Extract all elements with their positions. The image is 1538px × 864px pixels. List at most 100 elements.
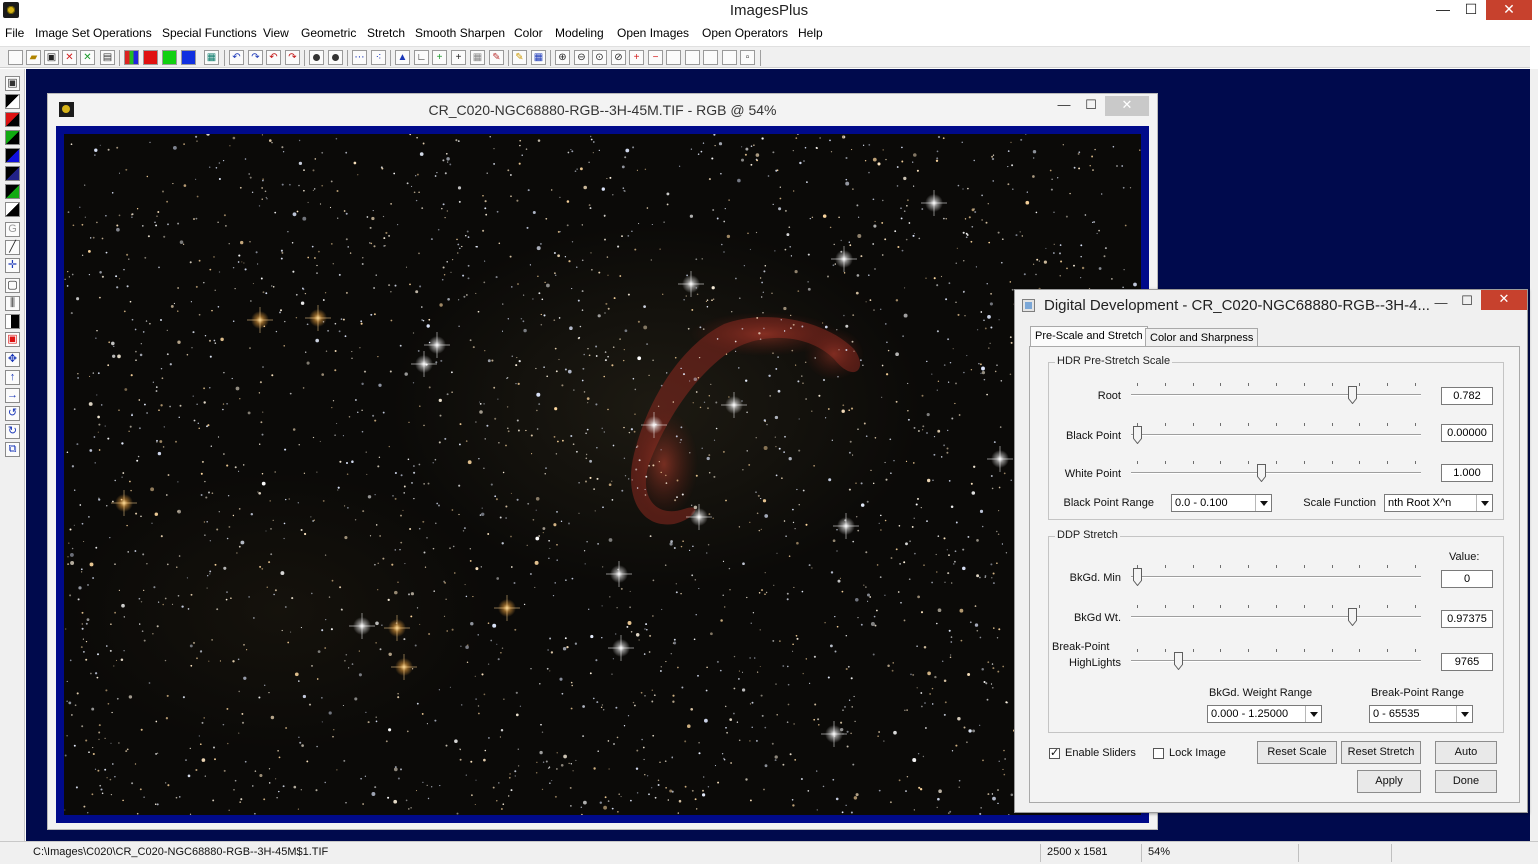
bkgd-min-value[interactable]: 0 [1441,570,1493,588]
grid-icon[interactable]: ▦ [204,50,219,65]
menu-special-functions[interactable]: Special Functions [162,26,257,40]
slider-track[interactable] [1131,394,1421,396]
crosshair-icon[interactable]: + [451,50,466,65]
slider-track[interactable] [1131,434,1421,436]
break-point-slider[interactable] [1131,649,1421,671]
mask-black-icon[interactable] [5,94,20,109]
close-button[interactable]: ✕ [1486,0,1532,20]
mask-green2-icon[interactable] [5,184,20,199]
mask-white-icon[interactable] [5,202,20,217]
slider-thumb[interactable] [1257,464,1267,482]
bkgd-min-slider[interactable] [1131,565,1421,587]
frame-large-icon[interactable] [722,50,737,65]
slider-thumb[interactable] [1133,426,1142,444]
align-icon[interactable]: ⫼ [5,296,20,311]
circle-filled-icon[interactable] [309,50,324,65]
arrow-right-icon[interactable]: → [5,388,20,403]
dialog-maximize-button[interactable]: ☐ [1454,292,1480,312]
image-minimize-button[interactable]: — [1051,96,1077,116]
slider-track[interactable] [1131,472,1421,474]
dots-icon[interactable]: ⋯ [352,50,367,65]
menu-file[interactable]: File [5,26,24,40]
menu-view[interactable]: View [263,26,289,40]
zoom-in-icon[interactable]: ⊕ [555,50,570,65]
line-tool-icon[interactable]: ╱ [5,240,20,255]
plus-green-icon[interactable]: + [432,50,447,65]
image-maximize-button[interactable]: ☐ [1078,96,1104,116]
menu-open-operators[interactable]: Open Operators [702,26,788,40]
triangle-icon[interactable]: ▲ [395,50,410,65]
menu-stretch[interactable]: Stretch [367,26,405,40]
reset-scale-button[interactable]: Reset Scale [1257,741,1337,764]
rotate-right-icon[interactable]: ↻ [5,424,20,439]
reset-stretch-button[interactable]: Reset Stretch [1341,741,1421,764]
undo-icon[interactable]: ↶ [229,50,244,65]
slider-thumb[interactable] [1348,386,1358,404]
dialog-close-button[interactable]: ✕ [1481,290,1527,310]
chevron-down-icon[interactable] [1476,495,1492,511]
corner-icon[interactable]: ∟ [414,50,429,65]
menu-color[interactable]: Color [514,26,543,40]
chevron-down-icon[interactable] [1255,495,1271,511]
minimize-button[interactable]: — [1430,0,1456,20]
auto-button[interactable]: Auto [1435,741,1497,764]
slider-thumb[interactable] [1174,652,1184,670]
green-channel-icon[interactable] [162,50,177,65]
slider-thumb[interactable] [1133,568,1142,586]
mask-blue-icon[interactable] [5,148,20,163]
maximize-button[interactable]: ☐ [1458,0,1484,20]
chevron-down-icon[interactable] [1305,706,1321,722]
contrast-icon[interactable] [5,314,20,329]
crosshair-tool-icon[interactable]: ✛ [5,258,20,273]
astro-image-canvas[interactable] [64,134,1141,815]
stack-icon[interactable]: ⧉ [5,442,20,457]
break-point-range-select[interactable]: 0 - 65535 [1369,705,1473,723]
close-red-icon[interactable]: ✕ [62,50,77,65]
rotate-left-icon[interactable]: ↺ [5,406,20,421]
dialog-icon[interactable] [1022,299,1035,312]
scale-function-select[interactable]: nth Root X^n [1384,494,1493,512]
dialog-minimize-button[interactable]: — [1428,294,1454,314]
slider-track[interactable] [1131,616,1421,618]
zoom-fit-icon[interactable]: ⊙ [592,50,607,65]
undo-all-icon[interactable]: ↶ [266,50,281,65]
frame-medium-icon[interactable] [703,50,718,65]
image-close-button[interactable]: ✕ [1105,96,1149,116]
pencil-icon[interactable]: ✎ [512,50,527,65]
print-icon[interactable]: ▤ [100,50,115,65]
rgb-channels-icon[interactable] [124,50,139,65]
lock-image-checkbox[interactable] [1153,748,1164,759]
grid-blue-icon[interactable]: ▦ [531,50,546,65]
mask-dark-icon[interactable] [5,166,20,181]
open-icon[interactable]: ▰ [26,50,41,65]
move-icon[interactable]: ✥ [5,352,20,367]
save-icon[interactable]: ▣ [44,50,59,65]
black-point-slider[interactable] [1131,423,1421,445]
dot-box-icon[interactable]: ▫ [740,50,755,65]
menu-smooth-sharpen[interactable]: Smooth Sharpen [415,26,505,40]
mask-green-icon[interactable] [5,130,20,145]
menu-open-images[interactable]: Open Images [617,26,689,40]
red-channel-icon[interactable] [143,50,158,65]
tab-pre-scale-and-stretch[interactable]: Pre-Scale and Stretch [1030,326,1148,347]
done-button[interactable]: Done [1435,770,1497,793]
bkgd-wt-slider[interactable] [1131,605,1421,627]
rect-tool-icon[interactable]: ▢ [5,278,20,293]
redo-all-icon[interactable]: ↷ [285,50,300,65]
table-icon[interactable]: ▦ [470,50,485,65]
menu-image-set-operations[interactable]: Image Set Operations [35,26,152,40]
white-point-value[interactable]: 1.000 [1441,464,1493,482]
tab-color-and-sharpness[interactable]: Color and Sharpness [1145,328,1259,347]
blue-channel-icon[interactable] [181,50,196,65]
new-icon[interactable] [8,50,23,65]
minus-box-icon[interactable]: − [648,50,663,65]
root-slider[interactable] [1131,383,1421,405]
menu-modeling[interactable]: Modeling [555,26,604,40]
black-point-value[interactable]: 0.00000 [1441,424,1493,442]
chevron-down-icon[interactable] [1456,706,1472,722]
slider-thumb[interactable] [1348,608,1358,626]
mask-red-icon[interactable] [5,112,20,127]
menu-help[interactable]: Help [798,26,823,40]
menu-geometric[interactable]: Geometric [301,26,356,40]
dialog-titlebar[interactable]: Digital Development - CR_C020-NGC68880-R… [1015,290,1527,320]
